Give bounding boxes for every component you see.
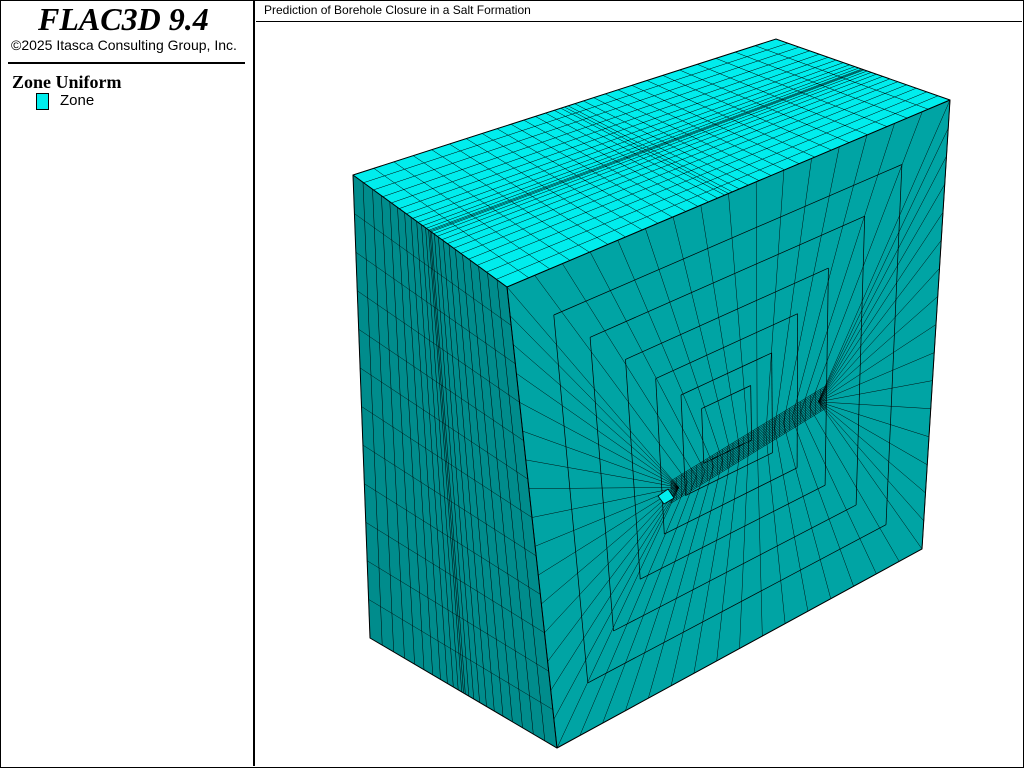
plot-title-bar: Prediction of Borehole Closure in a Salt… <box>256 0 1022 22</box>
app-title: FLAC3D 9.4 <box>38 1 209 37</box>
zone-model-svg[interactable] <box>256 22 1022 766</box>
legend-title: Zone Uniform <box>12 72 122 92</box>
legend-panel: FLAC3D 9.4 ©2025 Itasca Consulting Group… <box>0 0 255 766</box>
plot-title: Prediction of Borehole Closure in a Salt… <box>264 3 531 17</box>
legend-label-zone: Zone <box>60 92 95 109</box>
copyright-text: ©2025 Itasca Consulting Group, Inc. <box>11 37 237 53</box>
model-viewport[interactable] <box>256 22 1022 766</box>
legend-swatch-zone <box>36 93 49 110</box>
legend-divider <box>8 62 245 64</box>
